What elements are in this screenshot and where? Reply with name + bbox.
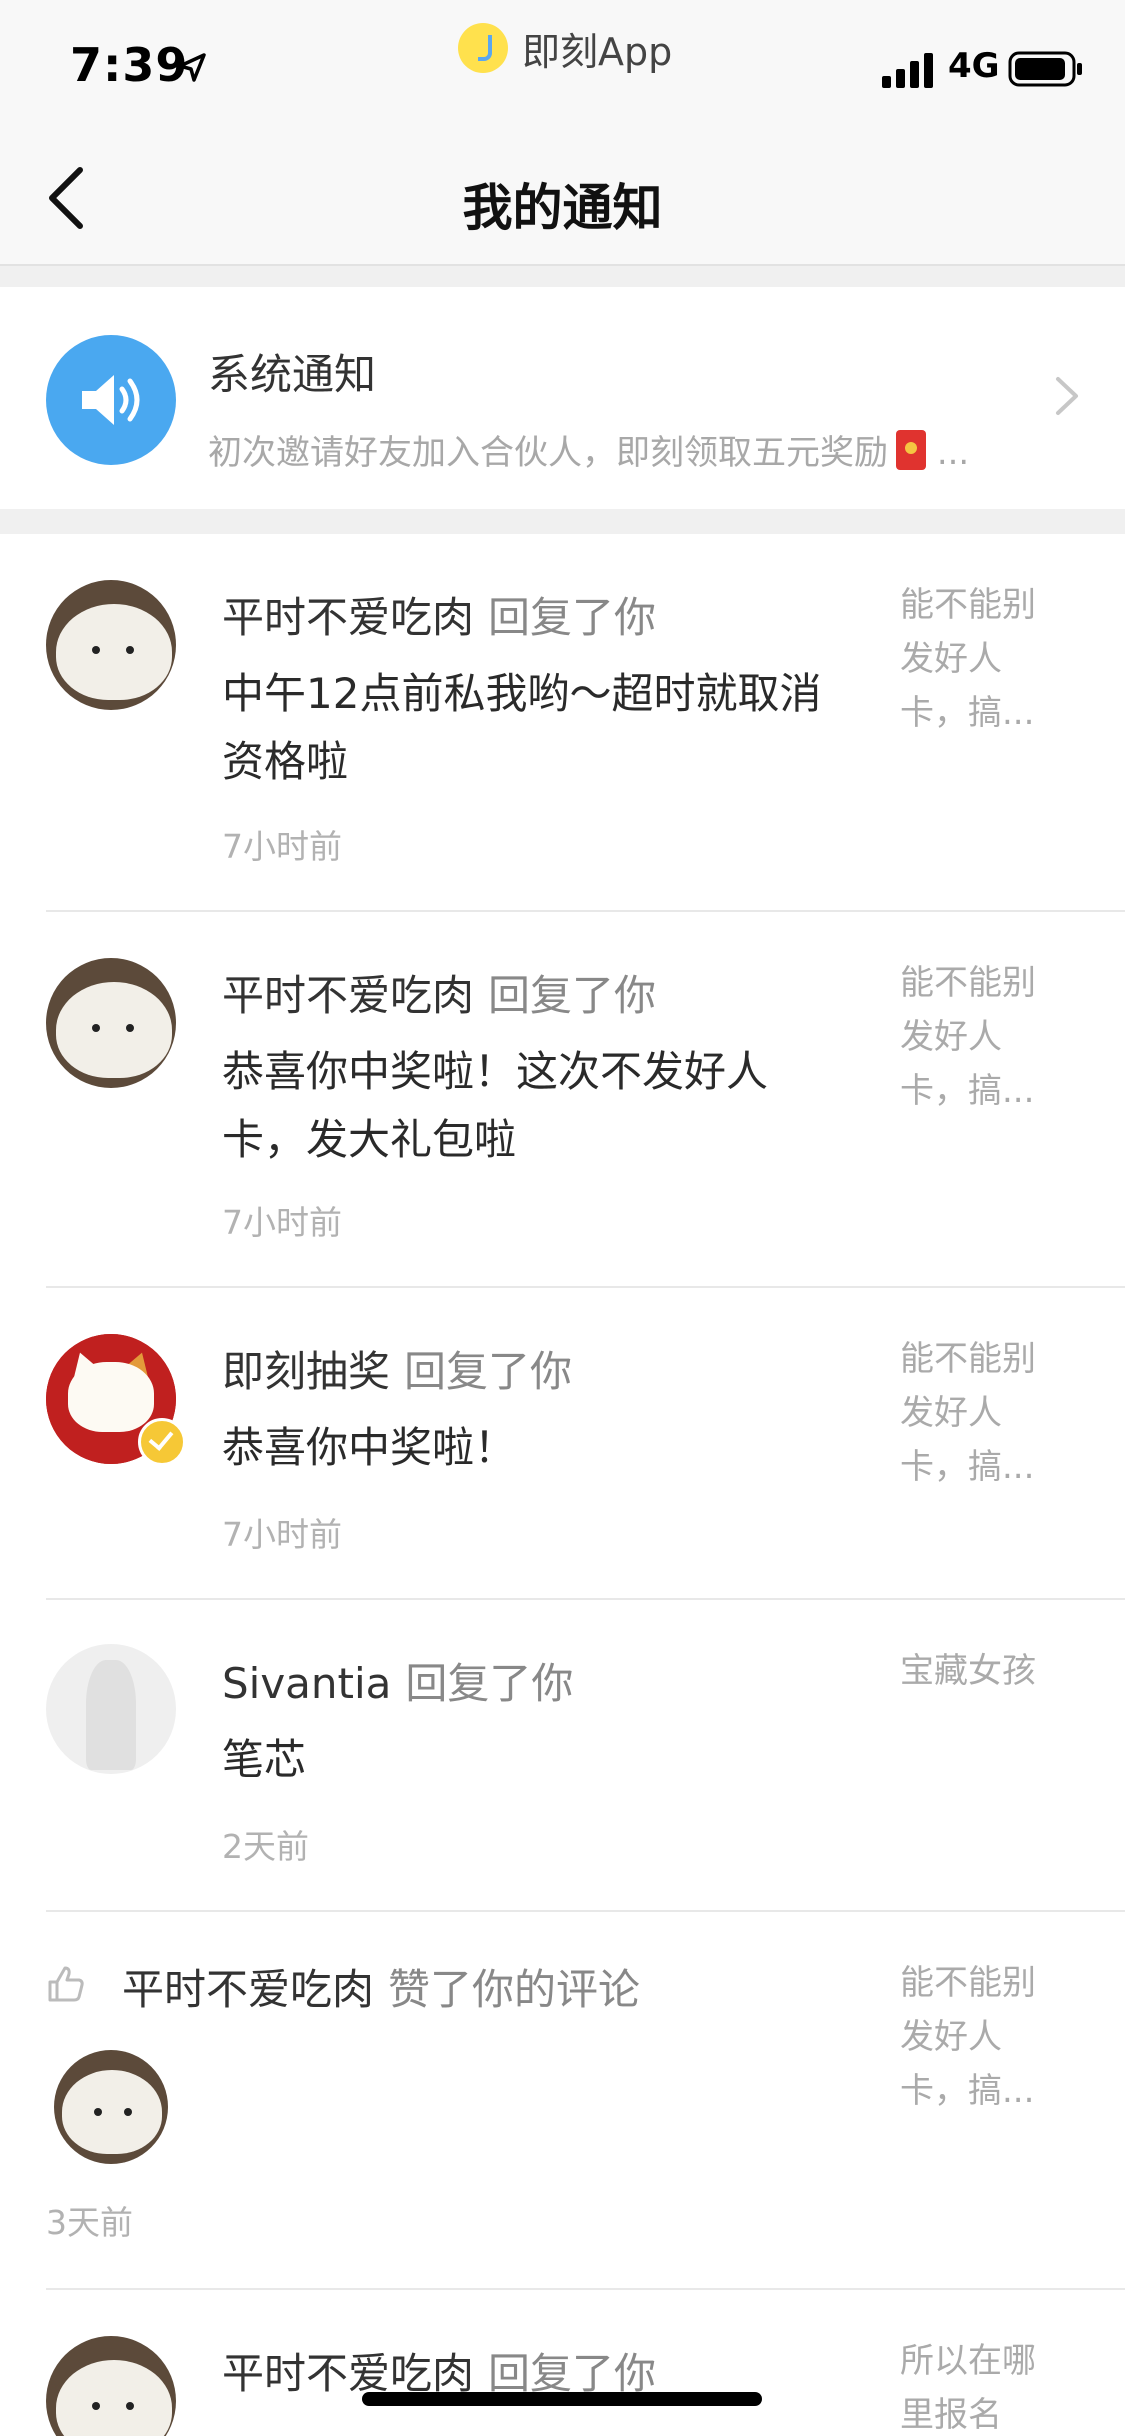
timestamp: 7小时前 [222,1203,342,1242]
username[interactable]: 即刻抽奖 [222,1347,390,1396]
chevron-right-icon [1056,377,1078,415]
nav-bar: 我的通知 [0,130,1125,266]
action-text: 回复了你 [404,1347,573,1396]
username[interactable]: 平时不爱吃肉 [222,593,474,642]
timestamp: 3天前 [46,2203,133,2242]
section-gap [0,509,1125,534]
app-return-pill[interactable]: 即刻App [458,20,672,76]
message-text: 笔芯 [222,1735,307,1784]
app-name: 即刻App [522,29,673,74]
red-envelope-icon [896,430,926,470]
avatar[interactable] [54,2050,168,2164]
username[interactable]: 平时不爱吃肉 [122,1965,374,2014]
avatar[interactable] [46,580,176,710]
status-time: 7:39 [70,38,189,92]
system-notice-preview: 初次邀请好友加入合伙人，即刻领取五元奖励 ... [208,425,1028,474]
section-gap [0,266,1125,287]
system-notice-row[interactable]: 系统通知 初次邀请好友加入合伙人，即刻领取五元奖励 ... [0,287,1125,509]
notification-item[interactable]: 平时不爱吃肉 回复了你 中午12点前私我哟～超时就取消资格啦 7小时前 能不能别发… [0,534,1125,912]
username[interactable]: Sivantia [222,1659,391,1708]
battery-icon [1008,51,1082,87]
notification-item[interactable]: 平时不爱吃肉 回复了你 所以在哪里报名 [0,2290,1125,2436]
message-text: 恭喜你中奖啦！这次不发好人卡，发大礼包啦 [222,1047,769,1164]
notification-header: 平时不爱吃肉 赞了你的评论 [122,1956,640,2017]
context-snippet[interactable]: 能不能别发好人卡，搞... [900,1332,1050,1494]
notification-item[interactable]: 平时不爱吃肉 回复了你 恭喜你中奖啦！这次不发好人卡，发大礼包啦 7小时前 能不能… [0,912,1125,1288]
preview-ellipsis: ... [936,433,970,473]
notification-item[interactable]: 即刻抽奖 回复了你 恭喜你中奖啦！ 7小时前 能不能别发好人卡，搞... [0,1288,1125,1600]
action-text: 赞了你的评论 [388,1965,641,2014]
notification-item[interactable]: 平时不爱吃肉 赞了你的评论 3天前 能不能别发好人卡，搞... [0,1912,1125,2290]
app-logo-icon [458,23,508,73]
status-bar: 7:39 即刻App 4G [0,0,1125,130]
notification-header: Sivantia 回复了你 [222,1650,573,1711]
location-arrow-icon [178,53,206,82]
avatar[interactable] [46,2336,176,2436]
timestamp: 7小时前 [222,1515,342,1554]
network-type: 4G [948,46,1000,86]
system-notice-title: 系统通知 [208,350,377,399]
context-snippet[interactable]: 能不能别发好人卡，搞... [900,956,1050,1118]
username[interactable]: 平时不爱吃肉 [222,971,474,1020]
avatar[interactable] [46,1644,176,1774]
context-snippet[interactable]: 宝藏女孩 [900,1644,1050,1698]
action-text: 回复了你 [405,1659,574,1708]
action-text: 回复了你 [488,971,657,1020]
thumbs-up-icon [48,1966,84,2002]
action-text: 回复了你 [488,593,657,642]
action-text: 回复了你 [488,2349,657,2398]
system-notice-avatar [46,335,176,465]
avatar[interactable] [46,1334,186,1466]
system-notice-preview-text: 初次邀请好友加入合伙人，即刻领取五元奖励 [208,433,888,473]
message-text: 恭喜你中奖啦！ [222,1423,517,1472]
notification-header: 平时不爱吃肉 回复了你 [222,584,656,645]
context-snippet[interactable]: 能不能别发好人卡，搞... [900,1956,1050,2118]
notification-header: 即刻抽奖 回复了你 [222,1338,572,1399]
verified-badge-icon [138,1418,186,1466]
timestamp: 7小时前 [222,827,342,866]
avatar[interactable] [46,958,176,1088]
username[interactable]: 平时不爱吃肉 [222,2349,474,2398]
home-indicator[interactable] [362,2392,762,2406]
message-text: 中午12点前私我哟～超时就取消资格啦 [222,669,822,786]
page-title: 我的通知 [462,179,663,237]
context-snippet[interactable]: 所以在哪里报名 [900,2334,1050,2436]
notification-header: 平时不爱吃肉 回复了你 [222,962,656,1023]
signal-bars-icon [882,53,933,88]
notification-item[interactable]: Sivantia 回复了你 笔芯 2天前 宝藏女孩 [0,1600,1125,1912]
speaker-icon [82,375,140,425]
context-snippet[interactable]: 能不能别发好人卡，搞... [900,578,1050,740]
timestamp: 2天前 [222,1827,309,1866]
